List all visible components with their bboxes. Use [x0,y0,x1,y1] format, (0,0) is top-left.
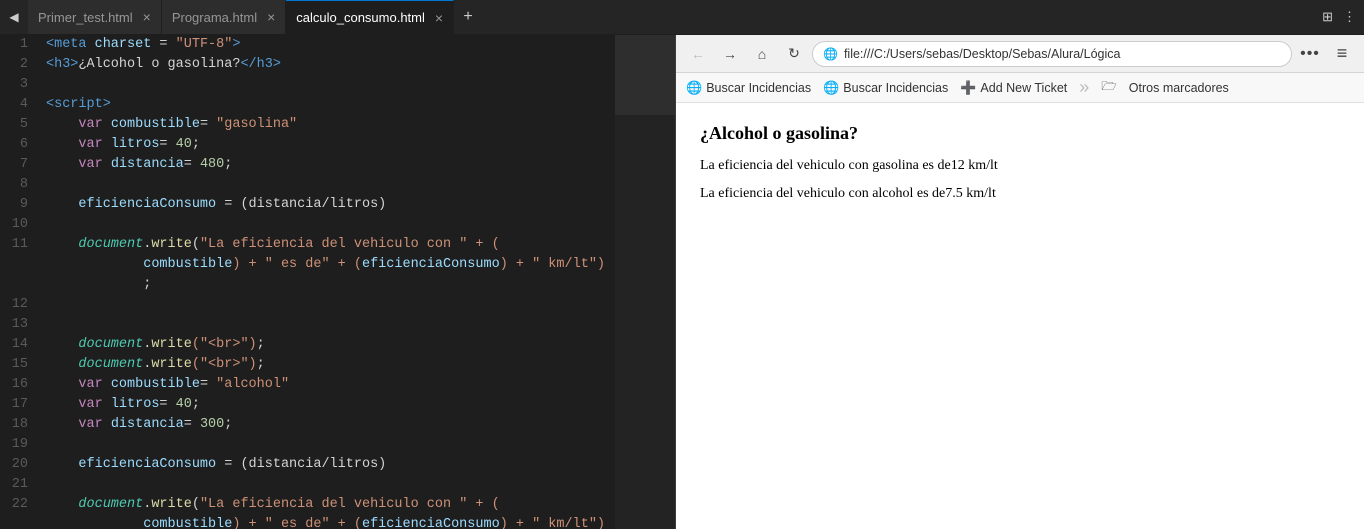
code-line-2: <h3>¿Alcohol o gasolina?</h3> [46,55,675,75]
bookmark-item-add-ticket[interactable]: ➕ Add New Ticket [960,80,1067,96]
tab-label: Primer_test.html [38,10,133,25]
code-line-11: document.write("La eficiencia del vehicu… [46,235,675,255]
code-line-12 [46,295,675,315]
refresh-icon: ↻ [788,45,800,62]
tabs-bar: ◀ Primer_test.html × Programa.html × cal… [0,0,1364,35]
nav-menu-button[interactable]: ≡ [1328,40,1356,68]
code-line-13 [46,315,675,335]
nav-more-icon: ••• [1300,45,1320,63]
refresh-button[interactable]: ↻ [780,40,808,68]
bookmarks-separator: » [1079,77,1089,98]
address-text: file:///C:/Users/sebas/Desktop/Sebas/Alu… [844,47,1281,61]
tab-programa[interactable]: Programa.html × [162,0,286,34]
tab-prev-button[interactable]: ◀ [0,0,28,34]
nav-more-button[interactable]: ••• [1296,40,1324,68]
code-area[interactable]: 1 2 3 4 5 6 7 8 9 10 11 12 13 14 15 16 1… [0,35,675,529]
page-line-1: La eficiencia del vehiculo con gasolina … [700,158,1340,174]
code-line-16: var combustible= "alcohol" [46,375,675,395]
main-layout: 1 2 3 4 5 6 7 8 9 10 11 12 13 14 15 16 1… [0,35,1364,529]
back-button[interactable]: ← [684,40,712,68]
tabs-right-icons: ⊞ ⋮ [1318,0,1364,34]
minimap [615,35,675,529]
tab-close-icon[interactable]: × [435,11,443,25]
bookmarks-bar: 🌐 Buscar Incidencias 🌐 Buscar Incidencia… [676,73,1364,103]
editor-panel: 1 2 3 4 5 6 7 8 9 10 11 12 13 14 15 16 1… [0,35,675,529]
page-heading: ¿Alcohol o gasolina? [700,123,1340,144]
code-line-10 [46,215,675,235]
minimap-thumb [615,35,675,115]
line-numbers: 1 2 3 4 5 6 7 8 9 10 11 12 13 14 15 16 1… [0,35,36,529]
code-line-8 [46,175,675,195]
code-line-19 [46,435,675,455]
code-line-9: eficienciaConsumo = (distancia/litros) [46,195,675,215]
browser-nav-bar: ← → ⌂ ↻ 🌐 file:///C:/Users/sebas/Desktop… [676,35,1364,73]
tab-label: Programa.html [172,10,257,25]
home-button[interactable]: ⌂ [748,40,776,68]
bookmark-globe-icon-1: 🌐 [686,80,702,96]
bookmark-globe-icon-2: 🌐 [823,80,839,96]
browser-content: ¿Alcohol o gasolina? La eficiencia del v… [676,103,1364,529]
code-line-18: var distancia= 300; [46,415,675,435]
code-line-17: var litros= 40; [46,395,675,415]
code-line-5: var combustible= "gasolina" [46,115,675,135]
code-line-14: document.write("<br>"); [46,335,675,355]
back-icon: ← [691,46,705,62]
tab-close-icon[interactable]: × [267,10,275,24]
forward-icon: → [723,46,737,62]
tab-primer-test[interactable]: Primer_test.html × [28,0,162,34]
page-line-2: La eficiencia del vehiculo con alcohol e… [700,186,1340,202]
code-line-22b: combustible) + " es de" + (eficienciaCon… [46,515,675,529]
code-line-11c: ; [46,275,675,295]
new-tab-button[interactable]: + [454,0,482,34]
browser-panel: ← → ⌂ ↻ 🌐 file:///C:/Users/sebas/Desktop… [675,35,1364,529]
tab-close-icon[interactable]: × [143,10,151,24]
address-globe-icon: 🌐 [823,47,838,61]
address-bar[interactable]: 🌐 file:///C:/Users/sebas/Desktop/Sebas/A… [812,41,1292,67]
split-icon[interactable]: ⋮ [1339,9,1360,25]
code-line-22: document.write("La eficiencia del vehicu… [46,495,675,515]
bookmarks-more-label: Otros marcadores [1129,81,1229,95]
home-icon: ⌂ [758,46,766,62]
code-line-1: <meta charset = "UTF-8"> [46,35,675,55]
code-line-4: <script> [46,95,675,115]
bookmark-label-add-ticket: Add New Ticket [980,81,1067,95]
code-line-21 [46,475,675,495]
bookmark-label-2: Buscar Incidencias [843,81,948,95]
tab-label: calculo_consumo.html [296,10,425,25]
bookmark-add-icon: ➕ [960,80,976,96]
code-line-15: document.write("<br>"); [46,355,675,375]
code-line-3 [46,75,675,95]
code-line-7: var distancia= 480; [46,155,675,175]
nav-menu-icon: ≡ [1337,43,1348,64]
bookmarks-folder-icon: 🗁 [1101,77,1117,98]
tab-calculo-consumo[interactable]: calculo_consumo.html × [286,0,454,34]
code-line-6: var litros= 40; [46,135,675,155]
layout-icon[interactable]: ⊞ [1318,9,1337,25]
code-line-20: eficienciaConsumo = (distancia/litros) [46,455,675,475]
code-content[interactable]: <meta charset = "UTF-8"> <h3>¿Alcohol o … [36,35,675,529]
bookmark-item-buscar-2[interactable]: 🌐 Buscar Incidencias [823,80,948,96]
code-line-11b: combustible) + " es de" + (eficienciaCon… [46,255,675,275]
bookmark-label-1: Buscar Incidencias [706,81,811,95]
bookmark-item-buscar-1[interactable]: 🌐 Buscar Incidencias [686,80,811,96]
forward-button[interactable]: → [716,40,744,68]
